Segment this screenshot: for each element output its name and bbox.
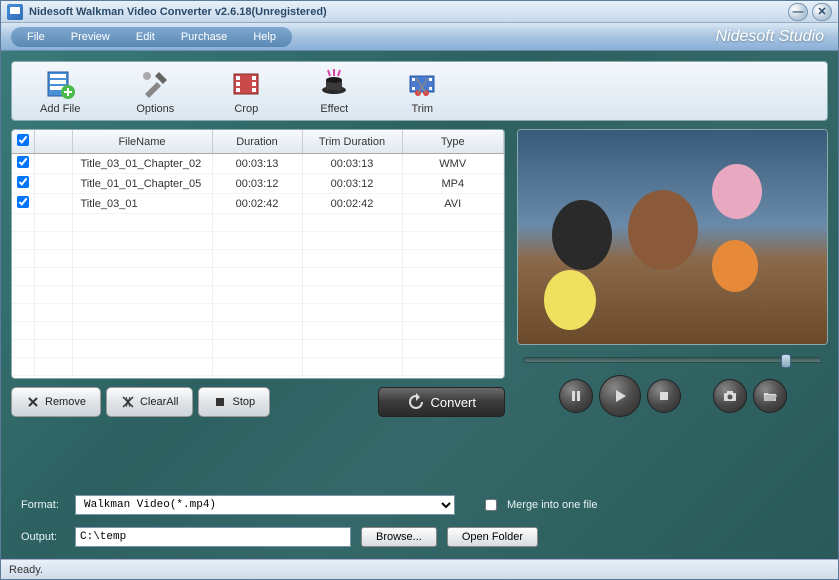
open-folder-button[interactable]: Open Folder xyxy=(447,527,538,547)
merge-label: Merge into one file xyxy=(507,499,598,511)
titlebar: Nidesoft Walkman Video Converter v2.6.18… xyxy=(1,1,838,23)
main-area: Add File Options Crop Effect Trim xyxy=(1,51,838,559)
brand-text: Nidesoft Studio xyxy=(715,28,824,46)
options-button[interactable]: Options xyxy=(128,66,182,117)
menu-edit[interactable]: Edit xyxy=(132,30,159,44)
statusbar: Ready. xyxy=(1,559,838,579)
menu-file[interactable]: File xyxy=(23,30,49,44)
remove-button[interactable]: Remove xyxy=(11,387,101,417)
clear-all-button[interactable]: ClearAll xyxy=(106,387,194,417)
table-row[interactable]: Title_01_01_Chapter_0500:03:1200:03:12MP… xyxy=(12,174,504,194)
tool-label: Trim xyxy=(411,103,433,115)
crop-icon xyxy=(230,68,262,100)
effect-icon xyxy=(318,68,350,100)
col-type[interactable]: Type xyxy=(402,130,504,154)
cell-filename: Title_03_01_Chapter_02 xyxy=(72,154,212,174)
convert-label: Convert xyxy=(430,395,476,410)
seek-slider[interactable] xyxy=(523,357,822,363)
cell-type: WMV xyxy=(402,154,504,174)
format-select[interactable]: Walkman Video(*.mp4) xyxy=(75,495,455,515)
close-button[interactable]: ✕ xyxy=(812,3,832,21)
cell-trim: 00:03:12 xyxy=(302,174,402,194)
pause-icon xyxy=(570,390,582,402)
col-filename[interactable]: FileName xyxy=(72,130,212,154)
browse-button[interactable]: Browse... xyxy=(361,527,437,547)
row-checkbox[interactable] xyxy=(17,176,29,188)
tool-label: Add File xyxy=(40,103,80,115)
cell-trim: 00:02:42 xyxy=(302,194,402,214)
output-path-input[interactable] xyxy=(75,527,351,547)
table-row[interactable]: Title_03_0100:02:4200:02:42AVI xyxy=(12,194,504,214)
snapshot-button[interactable] xyxy=(713,379,747,413)
options-icon xyxy=(139,68,171,100)
tool-label: Crop xyxy=(234,103,258,115)
open-snapshot-folder-button[interactable] xyxy=(753,379,787,413)
trim-icon xyxy=(406,68,438,100)
preview-frame xyxy=(518,130,827,344)
menu-help[interactable]: Help xyxy=(249,30,280,44)
play-button[interactable] xyxy=(599,375,641,417)
menubar: File Preview Edit Purchase Help Nidesoft… xyxy=(1,23,838,51)
cell-trim: 00:03:13 xyxy=(302,154,402,174)
cell-filename: Title_01_01_Chapter_05 xyxy=(72,174,212,194)
trim-button[interactable]: Trim xyxy=(398,66,446,117)
cell-duration: 00:03:13 xyxy=(212,154,302,174)
playback-stop-button[interactable] xyxy=(647,379,681,413)
crop-button[interactable]: Crop xyxy=(222,66,270,117)
toolbar: Add File Options Crop Effect Trim xyxy=(11,61,828,121)
stop-label: Stop xyxy=(232,396,255,408)
output-label: Output: xyxy=(21,531,65,543)
window-title: Nidesoft Walkman Video Converter v2.6.18… xyxy=(29,6,788,18)
select-all-checkbox[interactable] xyxy=(17,134,29,146)
cell-type: AVI xyxy=(402,194,504,214)
format-label: Format: xyxy=(21,499,65,511)
app-icon xyxy=(7,4,23,20)
tool-label: Effect xyxy=(320,103,348,115)
table-row[interactable]: Title_03_01_Chapter_0200:03:1300:03:13WM… xyxy=(12,154,504,174)
play-icon xyxy=(612,388,628,404)
effect-button[interactable]: Effect xyxy=(310,66,358,117)
cell-duration: 00:02:42 xyxy=(212,194,302,214)
remove-label: Remove xyxy=(45,396,86,408)
merge-checkbox[interactable] xyxy=(485,499,497,511)
cell-duration: 00:03:12 xyxy=(212,174,302,194)
file-table: FileName Duration Trim Duration Type Tit… xyxy=(11,129,505,379)
convert-button[interactable]: Convert xyxy=(378,387,505,417)
tool-label: Options xyxy=(136,103,174,115)
add-file-button[interactable]: Add File xyxy=(32,66,88,117)
stop-icon xyxy=(213,395,227,409)
seek-thumb[interactable] xyxy=(781,354,791,368)
stop-button[interactable]: Stop xyxy=(198,387,270,417)
status-text: Ready. xyxy=(9,564,43,576)
menu-preview[interactable]: Preview xyxy=(67,30,114,44)
cell-type: MP4 xyxy=(402,174,504,194)
row-checkbox[interactable] xyxy=(17,156,29,168)
clear-label: ClearAll xyxy=(140,396,179,408)
menu-purchase[interactable]: Purchase xyxy=(177,30,231,44)
pause-button[interactable] xyxy=(559,379,593,413)
minimize-button[interactable]: — xyxy=(788,3,808,21)
col-trim[interactable]: Trim Duration xyxy=(302,130,402,154)
x-icon xyxy=(26,395,40,409)
clear-icon xyxy=(121,395,135,409)
camera-icon xyxy=(723,390,737,402)
cell-filename: Title_03_01 xyxy=(72,194,212,214)
row-checkbox[interactable] xyxy=(17,196,29,208)
convert-icon xyxy=(407,393,425,411)
add-file-icon xyxy=(44,68,76,100)
folder-open-icon xyxy=(763,390,777,402)
app-window: Nidesoft Walkman Video Converter v2.6.18… xyxy=(0,0,839,580)
video-preview[interactable] xyxy=(517,129,828,345)
stop-playback-icon xyxy=(658,390,670,402)
col-duration[interactable]: Duration xyxy=(212,130,302,154)
